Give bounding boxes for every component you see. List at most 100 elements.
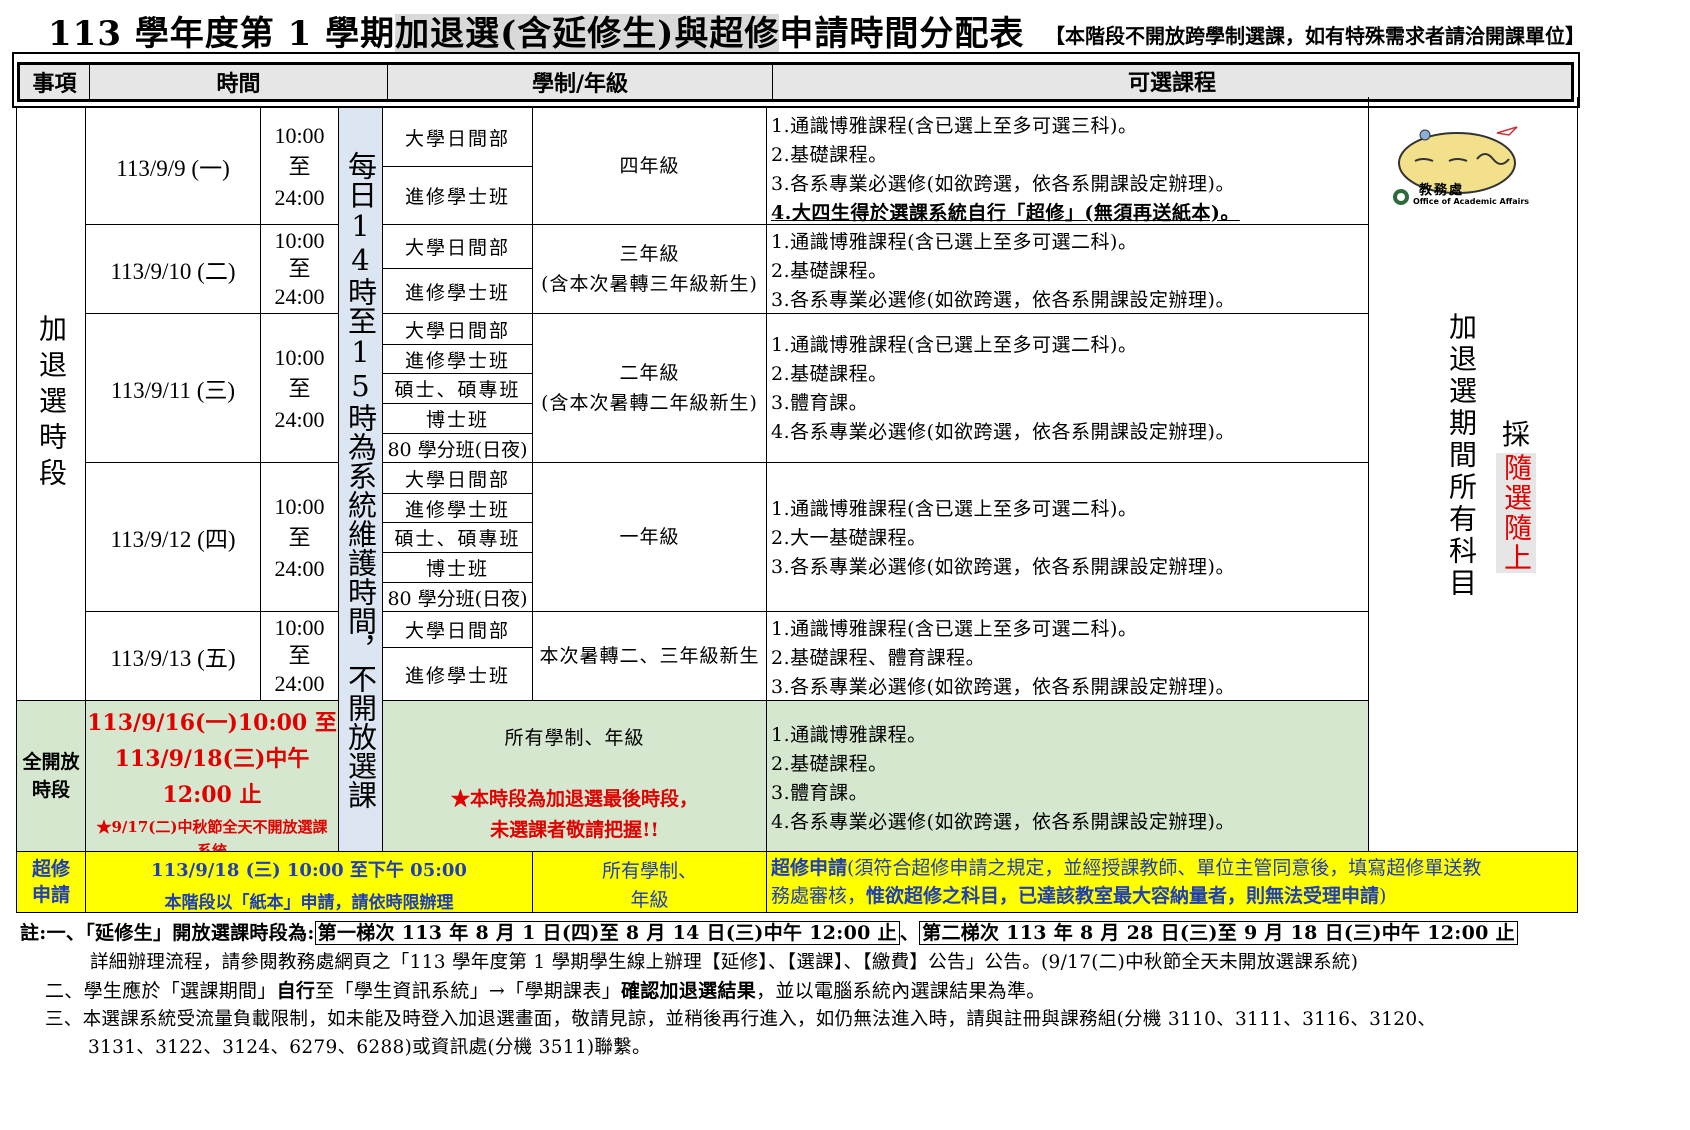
grade-line: (含本次暑轉二年級新生) xyxy=(541,392,758,414)
open-phase-label: 全開放時段 xyxy=(16,700,86,852)
overload-text: 超修申請(須符合超修申請之規定，並經授課教師、單位主管同意後，填寫超修單送教 務… xyxy=(766,851,1578,913)
time-end: 24:00 xyxy=(274,671,325,696)
program-cell: 碩士、碩專班 xyxy=(382,373,533,404)
maintenance-note: 每日14時至15時為系統維護時間，不開放選課 xyxy=(338,107,383,852)
note-2-part: 二、學生應於「選課期間」 xyxy=(45,980,277,1002)
note-1-lead: 註:一、「延修生」開放選課時段為: xyxy=(20,922,315,944)
logo-subtext: Office of Academic Affairs xyxy=(1413,197,1530,206)
grade-row-2: 三年級 (含本次暑轉三年級新生) xyxy=(532,224,767,314)
program-cell: 大學日間部 xyxy=(382,462,533,494)
course-line: 3.各系專業必選修(如欲跨選，依各系開課設定辦理)。 xyxy=(771,676,1235,698)
courses-row-4: 1.通識博雅課程(含已選上至多可選二科)。 2.大一基礎課程。 3.各系專業必選… xyxy=(766,462,1369,612)
open-phase-program: 所有學制、年級 ★本時段為加退選最後時段， 未選課者敬請把握!! xyxy=(382,700,767,852)
program-cell: 80 學分班(日夜) xyxy=(382,433,533,463)
course-line: 2.基礎課程、體育課程。 xyxy=(771,647,986,669)
course-line: 1.通識博雅課程(含已選上至多可選二科)。 xyxy=(771,498,1138,520)
overload-text-body: (須符合超修申請之規定，並經授課教師、單位主管同意後，填寫超修單送教 xyxy=(847,857,1482,879)
side-text-adopt: 採 xyxy=(1501,418,1530,451)
time-end: 24:00 xyxy=(274,406,325,432)
courses-row-2: 1.通識博雅課程(含已選上至多可選二科)。 2.基礎課程。 3.各系專業必選修(… xyxy=(766,224,1369,314)
course-line: 2.基礎課程。 xyxy=(771,363,888,385)
course-line: 3.體育課。 xyxy=(771,392,869,414)
course-line: 2.基礎課程。 xyxy=(771,753,888,775)
grade-row-4: 一年級 xyxy=(532,462,767,612)
side-text-highlight: 隨選隨上 xyxy=(1496,453,1536,573)
program-cell: 大學日間部 xyxy=(382,224,533,269)
overload-label-text: 超修申請 xyxy=(31,858,70,906)
date-row-1: 113/9/9 (一) xyxy=(85,107,261,225)
program-cell: 大學日間部 xyxy=(382,313,533,345)
note-2-part: ，並以電腦系統內選課結果為準。 xyxy=(756,980,1046,1002)
overload-text-body: ) xyxy=(1379,885,1387,907)
course-line: 1.通識博雅課程。 xyxy=(771,724,927,746)
side-column: 教務處 Office of Academic Affairs 加退選期間所有科目… xyxy=(1368,97,1578,852)
grade-row-5: 本次暑轉二、三年級新生 xyxy=(532,611,767,701)
col-program: 學制/年級 xyxy=(388,65,773,99)
time-end: 24:00 xyxy=(274,555,325,581)
program-cell: 博士班 xyxy=(382,403,533,434)
time-start: 10:00 xyxy=(274,122,325,148)
course-line: 3.各系專業必選修(如欲跨選，依各系開課設定辦理)。 xyxy=(771,173,1235,195)
header-note: 【本階段不開放跨學制選課，如有特殊需求者請洽開課單位】 xyxy=(1045,24,1585,48)
program-cell: 80 學分班(日夜) xyxy=(382,582,533,612)
overload-time-note: 本階段以「紙本」申請，請依時限辦理 xyxy=(164,893,454,913)
open-time-line: 113/9/18(三)中午 xyxy=(114,746,310,772)
program-cell: 進修學士班 xyxy=(382,166,533,225)
grade-line: 三年級 xyxy=(619,243,680,265)
open-program-text: 所有學制、年級 xyxy=(504,727,645,749)
open-phase-courses: 1.通識博雅課程。 2.基礎課程。 3.體育課。 4.各系專業必選修(如欲跨選，… xyxy=(766,700,1369,852)
col-item: 事項 xyxy=(20,65,90,99)
grade-line: 二年級 xyxy=(619,362,680,384)
program-cell: 大學日間部 xyxy=(382,107,533,167)
open-warning-line: 未選課者敬請把握!! xyxy=(490,819,659,841)
time-row-1: 10:00 至 24:00 xyxy=(260,107,339,225)
course-line: 2.大一基礎課程。 xyxy=(771,527,927,549)
note-1: 註:一、「延修生」開放選課時段為: 第一梯次 113 年 8 月 1 日(四)至 … xyxy=(20,918,1518,945)
time-sep: 至 xyxy=(288,153,311,179)
side-text-main: 加退選期間所有科目 xyxy=(1445,312,1478,600)
courses-row-3: 1.通識博雅課程(含已選上至多可選二科)。 2.基礎課程。 3.體育課。 4.各… xyxy=(766,313,1369,463)
open-time-line: 12:00 止 xyxy=(162,782,262,808)
title-part-1: 113 學年度第 1 學期 xyxy=(48,14,396,54)
time-row-4: 10:00 至 24:00 xyxy=(260,462,339,612)
note-1-batch-1: 第一梯次 113 年 8 月 1 日(四)至 8 月 14 日(三)中午 12:… xyxy=(314,921,900,945)
date-row-4: 113/9/12 (四) xyxy=(85,462,261,612)
course-line: 2.基礎課程。 xyxy=(771,260,888,282)
grade-row-3: 二年級 (含本次暑轉二年級新生) xyxy=(532,313,767,463)
time-start: 10:00 xyxy=(274,228,325,253)
overload-time: 113/9/18 (三) 10:00 至下午 05:00 本階段以「紙本」申請，… xyxy=(85,851,533,913)
note-1-batch-2: 第二梯次 113 年 8 月 28 日(三)至 9 月 18 日(三)中午 12… xyxy=(919,921,1518,945)
note-2: 二、學生應於「選課期間」自行至「學生資訊系統」→「學期課表」確認加退選結果，並以… xyxy=(45,976,1046,1003)
overload-text-emph: 惟欲超修之科目，已達該教室最大容納量者，則無法受理申請 xyxy=(866,885,1380,907)
grade-line: (含本次暑轉三年級新生) xyxy=(541,273,758,295)
program-cell: 進修學士班 xyxy=(382,493,533,523)
program-cell: 大學日間部 xyxy=(382,611,533,648)
logo-text: 教務處 xyxy=(1419,183,1465,198)
overload-text-body: 務處審核， xyxy=(771,885,867,907)
title-part-2: 加退選(含延修生)與超修 xyxy=(395,14,780,54)
note-2-part: 自行 xyxy=(276,980,316,1002)
time-sep: 至 xyxy=(288,375,311,401)
open-phase-time: 113/9/16(一)10:00 至 113/9/18(三)中午 12:00 止… xyxy=(85,700,339,860)
course-line: 1.通識博雅課程(含已選上至多可選二科)。 xyxy=(771,231,1138,253)
col-time: 時間 xyxy=(90,65,388,99)
course-line: 1.通識博雅課程(含已選上至多可選二科)。 xyxy=(771,618,1138,640)
note-2-part: 至「學生資訊系統」→「學期課表」 xyxy=(315,980,621,1002)
header-row: 事項 時間 學制/年級 可選課程 xyxy=(17,62,1574,102)
date-row-2: 113/9/10 (二) xyxy=(85,224,261,314)
time-sep: 至 xyxy=(288,256,311,281)
phase-label: 加退選時段 xyxy=(16,107,86,701)
overload-program: 所有學制、 年級 xyxy=(532,851,767,913)
time-row-3: 10:00 至 24:00 xyxy=(260,313,339,463)
time-start: 10:00 xyxy=(274,615,325,640)
note-3-cont: 3131、3122、3124、6279、6288)或資訊處(分機 3511)聯繫… xyxy=(88,1037,651,1058)
open-phase-label-text: 全開放時段 xyxy=(22,751,80,801)
time-sep: 至 xyxy=(288,524,311,550)
course-line: 4.各系專業必選修(如欲跨選，依各系開課設定辦理)。 xyxy=(771,421,1235,443)
date-row-5: 113/9/13 (五) xyxy=(85,611,261,701)
overload-program-line: 年級 xyxy=(630,889,669,911)
program-cell: 進修學士班 xyxy=(382,268,533,314)
course-line: 2.基礎課程。 xyxy=(771,144,888,166)
title-part-3: 申請時間分配表 xyxy=(779,14,1025,54)
time-end: 24:00 xyxy=(274,284,325,309)
